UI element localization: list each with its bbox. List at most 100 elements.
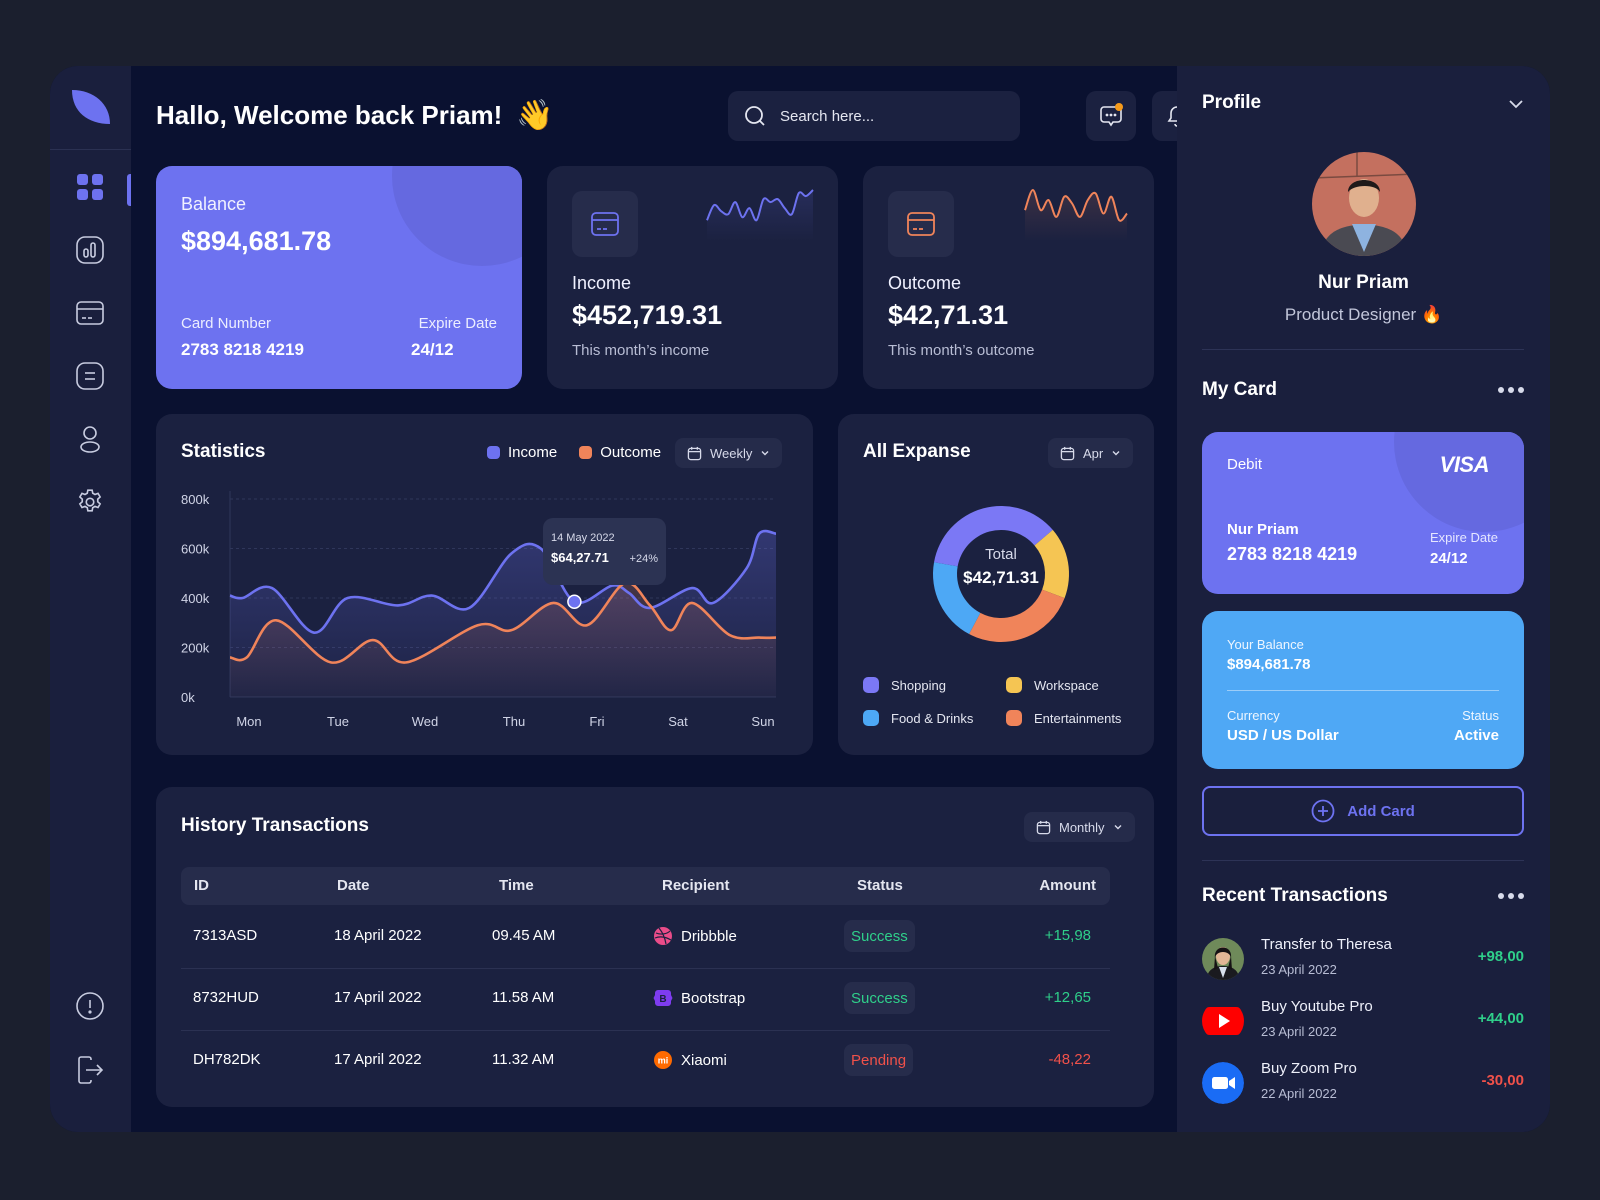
tooltip-change: +24% bbox=[629, 553, 658, 565]
profile-title: Profile bbox=[1202, 92, 1262, 113]
donut-center: Total $42,71.31 bbox=[916, 546, 1086, 588]
xiaomi-icon: mi bbox=[653, 1050, 673, 1070]
period-label: Monthly bbox=[1059, 819, 1105, 835]
x-tick-label: Wed bbox=[412, 714, 439, 729]
cell-time: 09.45 AM bbox=[492, 927, 556, 944]
table-row[interactable]: 8732HUD 17 April 2022 11.58 AM B Bootstr… bbox=[181, 967, 1110, 1031]
statistics-chart[interactable]: 0k 200k 400k 600k 800k Mon Tue Wed Thu Fri Sat Sun bbox=[156, 474, 813, 744]
logo-icon[interactable] bbox=[70, 90, 110, 126]
balance-amount: $894,681.78 bbox=[181, 226, 332, 256]
sidebar-item-dashboard[interactable] bbox=[72, 169, 108, 205]
x-tick-label: Sat bbox=[668, 714, 688, 729]
chevron-down-icon[interactable] bbox=[1508, 99, 1524, 109]
outcome-card[interactable]: Outcome $42,71.31 This month’s outcome bbox=[863, 166, 1154, 389]
search-input[interactable] bbox=[780, 107, 1000, 125]
cell-time: 11.58 AM bbox=[492, 989, 555, 1006]
status-badge: Success bbox=[844, 920, 915, 952]
legend-item: Food & Drinks bbox=[863, 710, 973, 726]
legend-label: Shopping bbox=[891, 677, 946, 693]
period-label: Weekly bbox=[710, 445, 753, 461]
expanse-panel: All Expanse Apr Total $42,71.31 Shopping… bbox=[838, 414, 1154, 755]
fire-icon: 🔥 bbox=[1420, 305, 1443, 324]
divider bbox=[1227, 690, 1499, 691]
profile-role: Product Designer 🔥 bbox=[1177, 305, 1550, 325]
more-options-button[interactable] bbox=[1498, 893, 1524, 899]
income-card[interactable]: Income $452,719.31 This month’s income bbox=[547, 166, 838, 389]
donut-slice-entertainments[interactable] bbox=[969, 589, 1065, 642]
divider bbox=[1202, 349, 1524, 350]
legend-label: Workspace bbox=[1034, 677, 1099, 693]
table-row[interactable]: DH782DK 17 April 2022 11.32 AM mi Xiaomi… bbox=[181, 1029, 1110, 1093]
sidebar-item-cards[interactable] bbox=[72, 295, 108, 331]
more-options-button[interactable] bbox=[1498, 387, 1524, 393]
y-tick-label: 600k bbox=[181, 542, 210, 557]
balance-card[interactable]: Balance $894,681.78 Card Number 2783 821… bbox=[156, 166, 522, 389]
x-tick-label: Fri bbox=[589, 714, 604, 729]
expire-date: 24/12 bbox=[1430, 550, 1468, 567]
sidebar-item-logout[interactable] bbox=[72, 1052, 108, 1088]
outcome-icon-box bbox=[888, 191, 954, 257]
column-header-date: Date bbox=[337, 877, 370, 894]
chart-icon bbox=[76, 236, 104, 264]
y-tick-label: 400k bbox=[181, 591, 210, 606]
cell-recipient: B Bootstrap bbox=[653, 988, 745, 1008]
cell-amount: -48,22 bbox=[1048, 1051, 1091, 1068]
x-tick-label: Sun bbox=[751, 714, 774, 729]
outcome-subtitle: This month’s outcome bbox=[888, 342, 1035, 359]
column-header-status: Status bbox=[857, 877, 903, 894]
balance-label: Balance bbox=[181, 194, 247, 214]
income-sparkline bbox=[706, 189, 814, 241]
messages-button[interactable] bbox=[1086, 91, 1136, 141]
profile-name: Nur Priam bbox=[1318, 272, 1409, 293]
x-tick-label: Mon bbox=[236, 714, 261, 729]
highlight-point[interactable] bbox=[567, 594, 582, 609]
svg-text:mi: mi bbox=[658, 1056, 669, 1066]
recent-transaction-item[interactable]: Transfer to Theresa 23 April 2022 +98,00 bbox=[1202, 936, 1524, 986]
legend-swatch bbox=[863, 677, 879, 693]
search-bar[interactable] bbox=[728, 91, 1020, 141]
youtube-icon bbox=[1202, 1000, 1244, 1042]
debit-card[interactable]: Debit VISA Nur Priam 2783 8218 4219 Expi… bbox=[1202, 432, 1524, 594]
recent-transaction-item[interactable]: Buy Youtube Pro 23 April 2022 +44,00 bbox=[1202, 998, 1524, 1048]
statistics-period-dropdown[interactable]: Weekly bbox=[675, 438, 783, 468]
currency-value: USD / US Dollar bbox=[1227, 727, 1339, 744]
x-tick-label: Tue bbox=[327, 714, 349, 729]
status-badge: Pending bbox=[844, 1044, 914, 1076]
add-card-label: Add Card bbox=[1347, 802, 1415, 820]
history-period-dropdown[interactable]: Monthly bbox=[1024, 812, 1135, 842]
add-card-button[interactable]: Add Card bbox=[1202, 786, 1524, 836]
card-number-label: Card Number bbox=[181, 315, 272, 332]
status-badge: Success bbox=[844, 982, 915, 1014]
transaction-date: 23 April 2022 bbox=[1261, 962, 1337, 977]
income-amount: $452,719.31 bbox=[572, 300, 723, 330]
sidebar-item-help[interactable] bbox=[72, 988, 108, 1024]
table-row[interactable]: 7313ASD 18 April 2022 09.45 AM Dribbble … bbox=[181, 905, 1110, 969]
transaction-amount: -30,00 bbox=[1481, 1072, 1524, 1089]
sidebar-item-settings[interactable] bbox=[72, 484, 108, 520]
recent-transactions-title: Recent Transactions bbox=[1202, 885, 1388, 906]
card-decoration bbox=[392, 166, 522, 266]
period-label: Apr bbox=[1083, 445, 1104, 461]
recent-transaction-item[interactable]: Buy Zoom Pro 22 April 2022 -30,00 bbox=[1202, 1060, 1524, 1110]
column-header-amount: Amount bbox=[1039, 877, 1096, 894]
sidebar bbox=[50, 66, 131, 1132]
sidebar-item-documents[interactable] bbox=[72, 358, 108, 394]
balance-info-card[interactable]: Your Balance $894,681.78 Currency USD / … bbox=[1202, 611, 1524, 769]
cell-id: 7313ASD bbox=[193, 927, 258, 944]
card-number: 2783 8218 4219 bbox=[181, 340, 304, 359]
sidebar-item-profile[interactable] bbox=[72, 421, 108, 457]
transaction-date: 22 April 2022 bbox=[1261, 1086, 1337, 1101]
statistics-legend: Income Outcome bbox=[487, 444, 661, 461]
legend-swatch bbox=[1006, 677, 1022, 693]
avatar[interactable] bbox=[1312, 152, 1416, 256]
transaction-amount: +44,00 bbox=[1477, 1010, 1524, 1027]
sidebar-item-analytics[interactable] bbox=[72, 232, 108, 268]
status-value: Active bbox=[1453, 727, 1499, 744]
legend-item: Workspace bbox=[1006, 677, 1099, 693]
legend-label-outcome: Outcome bbox=[600, 444, 662, 461]
legend-item: Shopping bbox=[863, 677, 946, 693]
expanse-period-dropdown[interactable]: Apr bbox=[1048, 438, 1134, 468]
your-balance-amount: $894,681.78 bbox=[1227, 656, 1311, 673]
cell-date: 17 April 2022 bbox=[334, 989, 422, 1006]
zoom-icon bbox=[1202, 1062, 1244, 1104]
